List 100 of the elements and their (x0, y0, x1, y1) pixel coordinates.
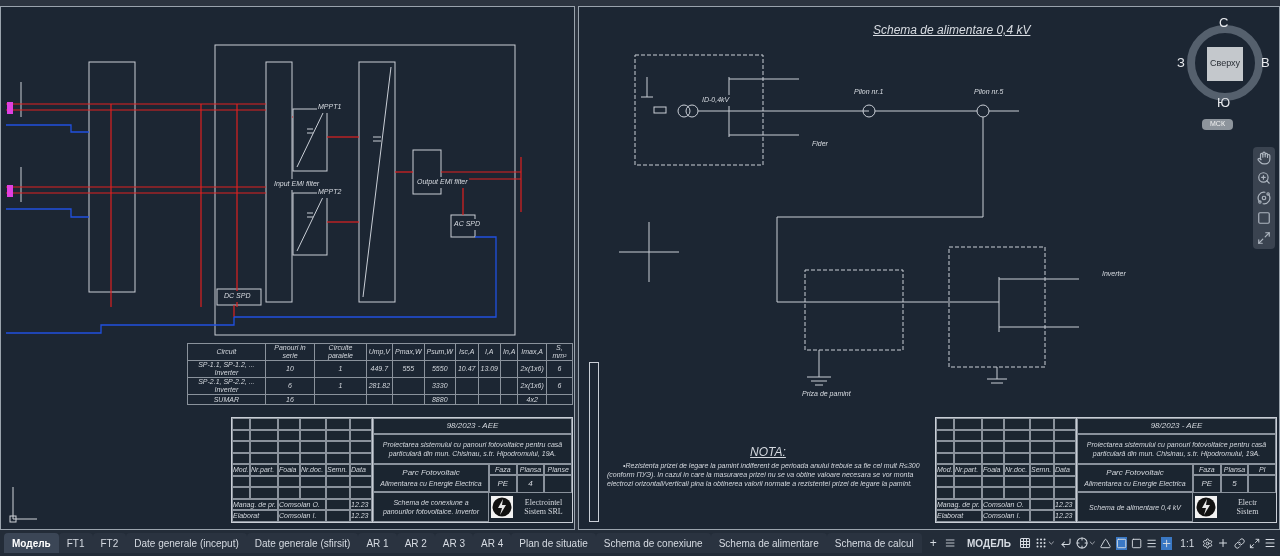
grid-cell (278, 487, 300, 499)
layout-tab[interactable]: Schema de alimentare (710, 533, 827, 553)
grid-cell (300, 487, 326, 499)
grid-cell (1054, 475, 1076, 487)
layout-tab[interactable]: FT1 (58, 533, 93, 553)
grid-cell (278, 429, 300, 441)
grid-cell (326, 487, 350, 499)
company-name: Sistem SRL (524, 507, 563, 516)
grid-cell (326, 418, 350, 430)
grid-cell (1030, 487, 1054, 499)
settings-icon[interactable] (1202, 536, 1214, 550)
layout-tab[interactable]: AR 1 (358, 533, 397, 553)
table-cell (455, 394, 478, 405)
grid-cell (278, 441, 300, 453)
stage-value: PE (489, 475, 517, 493)
square-icon[interactable] (1257, 211, 1271, 225)
left-viewport[interactable] (0, 6, 575, 530)
grid-cell (1004, 429, 1030, 441)
table-cell (478, 394, 501, 405)
layout-tab[interactable]: AR 3 (434, 533, 474, 553)
grid-cell (1004, 441, 1030, 453)
grid-cell (1030, 475, 1054, 487)
company-logo (1195, 496, 1217, 518)
layout-tab[interactable]: Plan de situatie (511, 533, 596, 553)
scale-button[interactable]: 1:1 (1176, 535, 1199, 551)
zoom-icon[interactable] (1257, 171, 1271, 185)
grid-cell (232, 452, 250, 464)
grid-icon[interactable] (1019, 536, 1032, 550)
grid-cell (300, 452, 326, 464)
layout-tab[interactable]: Schema de conexiune (595, 533, 711, 553)
layout-tab[interactable]: AR 4 (473, 533, 512, 553)
grid-cell (982, 441, 1004, 453)
dropdown-icon[interactable] (1047, 538, 1056, 548)
add-tab-button[interactable]: + (921, 534, 945, 552)
company-name: Electrointel (524, 498, 563, 507)
table-cell (546, 394, 573, 405)
layout-tab[interactable]: Модель (4, 533, 59, 553)
grid-cell (278, 418, 300, 430)
grid-cell (954, 418, 982, 430)
grid-cell (936, 429, 954, 441)
grid-cell (250, 441, 278, 453)
grid-cell (1030, 441, 1054, 453)
grid-cell (1054, 452, 1076, 464)
table-cell (455, 377, 478, 395)
schematic-title: Schema de alimentare 0,4 kV (873, 22, 1031, 39)
grid-cell (250, 487, 278, 499)
grid-cell (278, 452, 300, 464)
grid-cell (232, 475, 250, 487)
grid-cell (954, 441, 982, 453)
stage-cell (1248, 475, 1276, 493)
grid-cell (936, 475, 954, 487)
pan-icon[interactable] (1257, 151, 1271, 165)
grid-cell (300, 441, 326, 453)
layout-tab[interactable]: Schema de calcul (826, 533, 922, 553)
grid-cell (250, 418, 278, 430)
grid-cell (1054, 441, 1076, 453)
grid-cell (232, 429, 250, 441)
grid-cell (350, 441, 372, 453)
project-code: 98/2023 - AEE (446, 420, 499, 432)
grid-cell (954, 452, 982, 464)
grid-cell (954, 487, 982, 499)
stage-value: PE (1193, 475, 1221, 493)
note-heading: NOTA: (750, 444, 786, 461)
grid-cell (1004, 487, 1030, 499)
company-logo (491, 496, 513, 518)
layout-tab[interactable]: AR 2 (396, 533, 435, 553)
layout-tab[interactable]: Date generale (sfirsit) (246, 533, 359, 553)
grid-cell (1030, 418, 1054, 430)
grid-cell (350, 418, 372, 430)
grid-cell (936, 487, 954, 499)
grid-cell (326, 452, 350, 464)
grid-cell (1030, 429, 1054, 441)
grid-cell (1054, 429, 1076, 441)
table-cell (500, 377, 518, 395)
extents-icon[interactable] (1257, 231, 1271, 245)
orbit-icon[interactable] (1257, 191, 1271, 205)
right-viewport[interactable] (578, 6, 1280, 530)
fullscreen-icon[interactable] (1248, 536, 1260, 550)
viewcube-face[interactable]: Сверху (1207, 47, 1243, 81)
dropdown-icon[interactable] (1087, 538, 1097, 548)
grid-cell (350, 429, 372, 441)
grid-cell (300, 418, 326, 430)
layout-tab[interactable]: FT2 (92, 533, 127, 553)
model-space-button[interactable]: МОДЕЛЬ (963, 535, 1015, 551)
link-icon[interactable] (1233, 536, 1245, 550)
menu-icon[interactable] (1263, 536, 1276, 550)
compass-north[interactable]: С (1219, 13, 1229, 33)
grid-cell (982, 418, 1004, 430)
plus-icon[interactable] (1217, 536, 1230, 550)
stage-value: 4 (516, 475, 545, 493)
grid-cell (1030, 510, 1054, 522)
grid-cell (1030, 452, 1054, 464)
grid-cell (1054, 487, 1076, 499)
compass-west[interactable]: З (1177, 53, 1185, 73)
compass-south[interactable]: Ю (1217, 93, 1231, 113)
company-name: Electr (1237, 498, 1258, 507)
table-cell (500, 394, 518, 405)
layout-tab[interactable]: Date generale (inceput) (126, 533, 247, 553)
grid-cell (278, 475, 300, 487)
compass-east[interactable]: В (1261, 53, 1270, 73)
